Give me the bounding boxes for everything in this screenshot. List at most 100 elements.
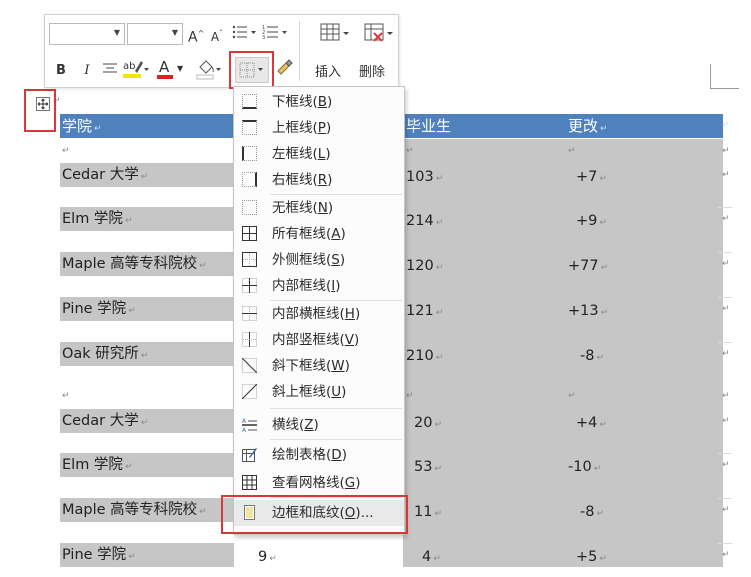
format-painter-button[interactable] [273, 57, 295, 83]
diagonal-down-border-icon [242, 358, 257, 373]
table-row: Elm 学院 ↵ [62, 211, 133, 227]
delete-label[interactable]: 删除 [359, 61, 385, 80]
row-end-mark: ↵ [722, 460, 730, 470]
inside-vertical-border-icon [242, 332, 257, 347]
row-end-mark: ↵ [722, 304, 730, 314]
bullets-button[interactable] [231, 24, 259, 47]
change-value: +4 ↵ [576, 415, 607, 431]
row-divider [718, 297, 732, 298]
menu-item-all-borders[interactable]: 所有框线(A) [234, 221, 404, 247]
college-name: Pine 学院 [62, 301, 127, 317]
format-painter-icon [277, 59, 293, 75]
row-shading [403, 543, 723, 567]
change-value: +7 ↵ [576, 169, 607, 185]
change-value: -10 ↵ [568, 459, 602, 475]
paragraph-mark: ↵ [722, 391, 730, 401]
menu-item-inside-borders[interactable]: 内部框线(I) [234, 273, 404, 299]
menu-item-top-border[interactable]: 上框线(P) [234, 115, 404, 141]
borders-and-shading-highlight [221, 495, 408, 534]
college-name: Cedar 大学 [62, 413, 139, 429]
graduates-value: 4 ↵ [422, 549, 441, 565]
menu-item-inside-horizontal-border[interactable]: 内部横框线(H) [234, 301, 404, 327]
margin-corner-mark [710, 64, 739, 89]
paragraph-mark: ↵ [62, 146, 70, 156]
paragraph-mark: ↵ [406, 146, 414, 156]
delete-table-button[interactable] [359, 21, 399, 52]
change-value: +9 ↵ [576, 213, 607, 229]
font-size-combo[interactable]: ▼ [127, 23, 183, 45]
table-row: Elm 学院 ↵ [62, 457, 133, 473]
grow-font-button[interactable]: A^ [188, 24, 204, 48]
menu-item-left-border[interactable]: 左框线(L) [234, 141, 404, 167]
change-value: +5 ↵ [576, 549, 607, 565]
right-border-icon [242, 172, 257, 187]
paragraph-mark: ↵ [62, 391, 70, 401]
menu-item-diagonal-down-border[interactable]: 斜下框线(W) [234, 353, 404, 379]
highlight-button[interactable]: ab [121, 57, 151, 83]
table-row: Maple 高等专科院校 ↵ [62, 256, 207, 272]
toolbar-separator [299, 21, 300, 81]
menu-item-no-border[interactable]: 无框线(N) [234, 195, 404, 221]
chevron-down-icon: ▼ [113, 28, 120, 37]
top-border-icon [242, 120, 257, 135]
row-shading [403, 409, 723, 453]
table-row: Pine 学院 ↵ [62, 301, 136, 317]
row-end-mark: ↵ [722, 259, 730, 269]
row-end-mark: ↵ [722, 550, 730, 560]
center-align-button[interactable] [101, 61, 119, 82]
draw-table-icon [242, 448, 257, 462]
graduates-value: 121 ↵ [406, 303, 444, 319]
chevron-down-icon: ▼ [177, 64, 184, 73]
bold-button[interactable]: B [53, 61, 69, 81]
menu-item-bottom-border[interactable]: 下框线(B) [234, 89, 404, 115]
move-handle-highlight [24, 89, 56, 132]
row-shading [403, 252, 723, 297]
graduates-value: 53 ↵ [414, 459, 442, 475]
row-end-mark: ↵ [722, 505, 730, 515]
college-name: Maple 高等专科院校 [62, 502, 198, 518]
graduates-value: 214 ↵ [406, 213, 444, 229]
table-row: Pine 学院 ↵ [62, 547, 136, 563]
table-row: Cedar 大学 ↵ [62, 413, 149, 429]
font-color-button[interactable]: A ▼ [155, 57, 185, 83]
menu-item-diagonal-up-border[interactable]: 斜上框线(U) [234, 379, 404, 405]
numbering-button[interactable]: 1 2 3 [261, 24, 291, 47]
graduates-value: 11 ↵ [414, 504, 442, 520]
menu-item-outside-borders[interactable]: 外侧框线(S) [234, 247, 404, 273]
graduates-value: 210 ↵ [406, 348, 444, 364]
menu-item-horizontal-line[interactable]: A A 横线(Z) [234, 412, 404, 438]
row-divider [718, 207, 732, 208]
shading-button[interactable] [195, 57, 225, 83]
change-value: -8 ↵ [580, 504, 605, 520]
bottom-border-icon [242, 94, 257, 109]
college-name: Elm 学院 [62, 211, 123, 227]
row-shading [403, 297, 723, 342]
menu-item-right-border[interactable]: 右框线(R) [234, 167, 404, 193]
row-shading [403, 139, 723, 208]
left-border-icon [242, 146, 257, 161]
view-gridlines-icon [242, 475, 257, 490]
shrink-font-button[interactable]: Aˇ [209, 24, 225, 47]
italic-button[interactable]: I [79, 61, 95, 81]
diagonal-up-border-icon [242, 384, 257, 399]
menu-item-view-gridlines[interactable]: 查看网格线(G) [234, 470, 404, 496]
font-name-combo[interactable]: ▼ [49, 23, 125, 45]
row-end-mark: ↵ [722, 416, 730, 426]
svg-text:A: A [242, 427, 247, 432]
insert-table-icon [320, 23, 349, 41]
row-divider [718, 252, 732, 253]
paragraph-mark: ↵ [568, 146, 576, 156]
row-shading [403, 498, 723, 543]
insert-label[interactable]: 插入 [315, 61, 341, 80]
menu-item-inside-vertical-border[interactable]: 内部竖框线(V) [234, 327, 404, 353]
row-divider [718, 342, 732, 343]
paragraph-mark: ↵ [406, 391, 414, 401]
outside-borders-icon [242, 252, 257, 267]
menu-item-draw-table[interactable]: 绘制表格(D) [234, 442, 404, 468]
insert-table-button[interactable] [315, 21, 355, 52]
graduates-value: 20 ↵ [414, 415, 442, 431]
svg-text:ab: ab [123, 61, 135, 72]
change-value: -8 ↵ [580, 348, 605, 364]
table-row: Oak 研究所 ↵ [62, 346, 149, 362]
align-center-icon [103, 63, 117, 73]
